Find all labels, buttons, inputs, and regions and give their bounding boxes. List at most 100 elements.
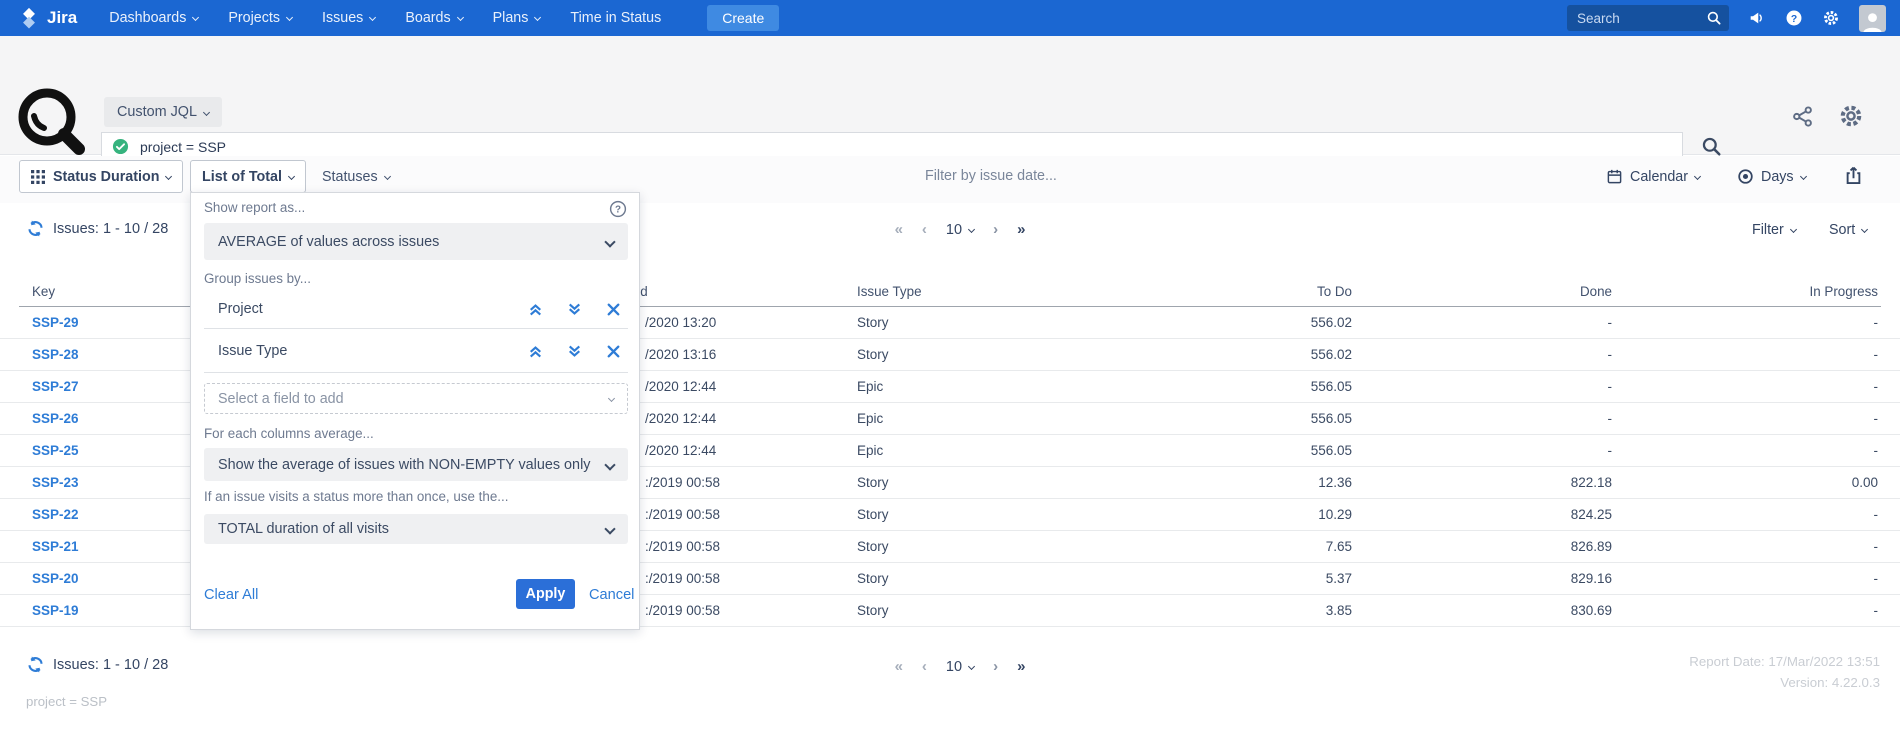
next-page-button[interactable]: ›: [993, 221, 998, 238]
last-page-button[interactable]: »: [1017, 658, 1025, 675]
issue-key-link[interactable]: SSP-22: [32, 499, 79, 531]
search-icon[interactable]: [1706, 10, 1722, 26]
first-page-button[interactable]: «: [895, 658, 903, 675]
page-size-select[interactable]: 10: [946, 222, 974, 238]
nav-item-time-in-status[interactable]: Time in Status: [570, 10, 661, 26]
issue-type-cell: Epic: [857, 435, 883, 467]
remove-icon[interactable]: [605, 301, 622, 318]
pagination-bottom: « ‹ 10 › »: [850, 658, 1070, 675]
nav-item-dashboards[interactable]: Dashboards: [109, 10, 198, 26]
chevron-down-icon: [384, 173, 391, 180]
person-icon: [1861, 9, 1884, 32]
calendar-button[interactable]: Calendar: [1606, 160, 1700, 193]
prev-page-button[interactable]: ‹: [922, 658, 927, 675]
done-value-cell: 822.18: [1512, 467, 1612, 499]
view-mode-button[interactable]: List of Total: [190, 160, 306, 193]
page-size-select[interactable]: 10: [946, 659, 974, 675]
inprogress-value-cell: -: [1738, 371, 1878, 403]
filter-button[interactable]: Filter: [1752, 222, 1796, 238]
add-field-select[interactable]: Select a field to add: [204, 383, 628, 414]
issue-key-link[interactable]: SSP-21: [32, 531, 79, 563]
export-icon[interactable]: [1843, 165, 1864, 186]
multiple-visits-label: If an issue visits a status more than on…: [204, 489, 508, 504]
svg-text:?: ?: [1791, 14, 1797, 25]
inprogress-value-cell: -: [1738, 531, 1878, 563]
nav-item-plans[interactable]: Plans: [493, 10, 541, 26]
help-icon[interactable]: ?: [609, 200, 627, 218]
time-unit-button[interactable]: Days: [1737, 160, 1806, 193]
issue-key-link[interactable]: SSP-19: [32, 595, 79, 627]
todo-value-cell: 556.02: [1252, 307, 1352, 339]
prev-page-button[interactable]: ‹: [922, 221, 927, 238]
issue-key-link[interactable]: SSP-26: [32, 403, 79, 435]
move-up-icon[interactable]: [527, 343, 544, 360]
settings-gear-icon[interactable]: [1838, 103, 1864, 129]
issue-key-link[interactable]: SSP-20: [32, 563, 79, 595]
chevron-down-icon: [1861, 226, 1868, 233]
columns-average-label: For each columns average...: [204, 426, 374, 441]
issue-created-cell: :/2019 00:58: [645, 531, 720, 563]
issue-key-link[interactable]: SSP-28: [32, 339, 79, 371]
report-type-button[interactable]: Status Duration: [19, 160, 183, 193]
todo-value-cell: 556.05: [1252, 403, 1352, 435]
todo-value-cell: 10.29: [1252, 499, 1352, 531]
announcement-icon[interactable]: [1748, 9, 1766, 27]
group-by-label: Group issues by...: [204, 271, 311, 286]
create-button[interactable]: Create: [707, 5, 779, 31]
chevron-down-icon: [604, 236, 615, 247]
remove-icon[interactable]: [605, 343, 622, 360]
valid-check-icon: [112, 138, 129, 155]
column-header-key: Key: [32, 284, 55, 299]
issue-key-link[interactable]: SSP-27: [32, 371, 79, 403]
issue-created-cell: /2020 13:16: [645, 339, 716, 371]
clear-all-link[interactable]: Clear All: [204, 587, 258, 603]
issue-created-cell: :/2019 00:58: [645, 563, 720, 595]
show-report-as-label: Show report as...: [204, 200, 305, 215]
refresh-icon[interactable]: [26, 655, 45, 674]
multiple-visits-select[interactable]: TOTAL duration of all visits: [204, 514, 628, 544]
issue-type-cell: Story: [857, 339, 889, 371]
cancel-link[interactable]: Cancel: [589, 587, 634, 603]
todo-value-cell: 5.37: [1252, 563, 1352, 595]
issue-type-cell: Story: [857, 595, 889, 627]
columns-average-select[interactable]: Show the average of issues with NON-EMPT…: [204, 448, 628, 481]
done-value-cell: -: [1512, 371, 1612, 403]
todo-value-cell: 3.85: [1252, 595, 1352, 627]
column-header-done: Done: [1512, 284, 1612, 299]
nav-item-issues[interactable]: Issues: [322, 10, 375, 26]
global-search-input[interactable]: [1567, 11, 1729, 26]
sort-button[interactable]: Sort: [1829, 222, 1867, 238]
issue-key-link[interactable]: SSP-23: [32, 467, 79, 499]
issue-key-link[interactable]: SSP-25: [32, 435, 79, 467]
issue-key-link[interactable]: SSP-29: [32, 307, 79, 339]
done-value-cell: -: [1512, 339, 1612, 371]
issue-type-cell: Story: [857, 531, 889, 563]
gear-icon[interactable]: [1822, 9, 1840, 27]
share-icon[interactable]: [1791, 105, 1814, 128]
issue-type-cell: Story: [857, 499, 889, 531]
jira-brand[interactable]: Jira: [18, 7, 77, 29]
chevron-down-icon: [534, 14, 541, 21]
nav-item-projects[interactable]: Projects: [228, 10, 292, 26]
nav-item-boards[interactable]: Boards: [405, 10, 462, 26]
issue-created-cell: /2020 12:44: [645, 371, 716, 403]
next-page-button[interactable]: ›: [993, 658, 998, 675]
refresh-icon[interactable]: [26, 219, 45, 238]
first-page-button[interactable]: «: [895, 221, 903, 238]
move-up-icon[interactable]: [527, 301, 544, 318]
issue-created-cell: /2020 12:44: [645, 403, 716, 435]
group-field-name: Issue Type: [218, 329, 287, 373]
inprogress-value-cell: -: [1738, 499, 1878, 531]
help-icon[interactable]: ?: [1785, 9, 1803, 27]
run-search-icon[interactable]: [1701, 136, 1722, 157]
move-down-icon[interactable]: [566, 301, 583, 318]
last-page-button[interactable]: »: [1017, 221, 1025, 238]
statuses-button[interactable]: Statuses: [322, 160, 390, 193]
issue-date-filter[interactable]: Filter by issue date...: [925, 168, 1057, 184]
issue-created-cell: /2020 13:20: [645, 307, 716, 339]
user-avatar[interactable]: [1859, 5, 1886, 32]
show-report-as-select[interactable]: AVERAGE of values across issues: [204, 223, 628, 260]
apply-button[interactable]: Apply: [516, 579, 575, 609]
move-down-icon[interactable]: [566, 343, 583, 360]
query-mode-button[interactable]: Custom JQL: [104, 97, 222, 127]
